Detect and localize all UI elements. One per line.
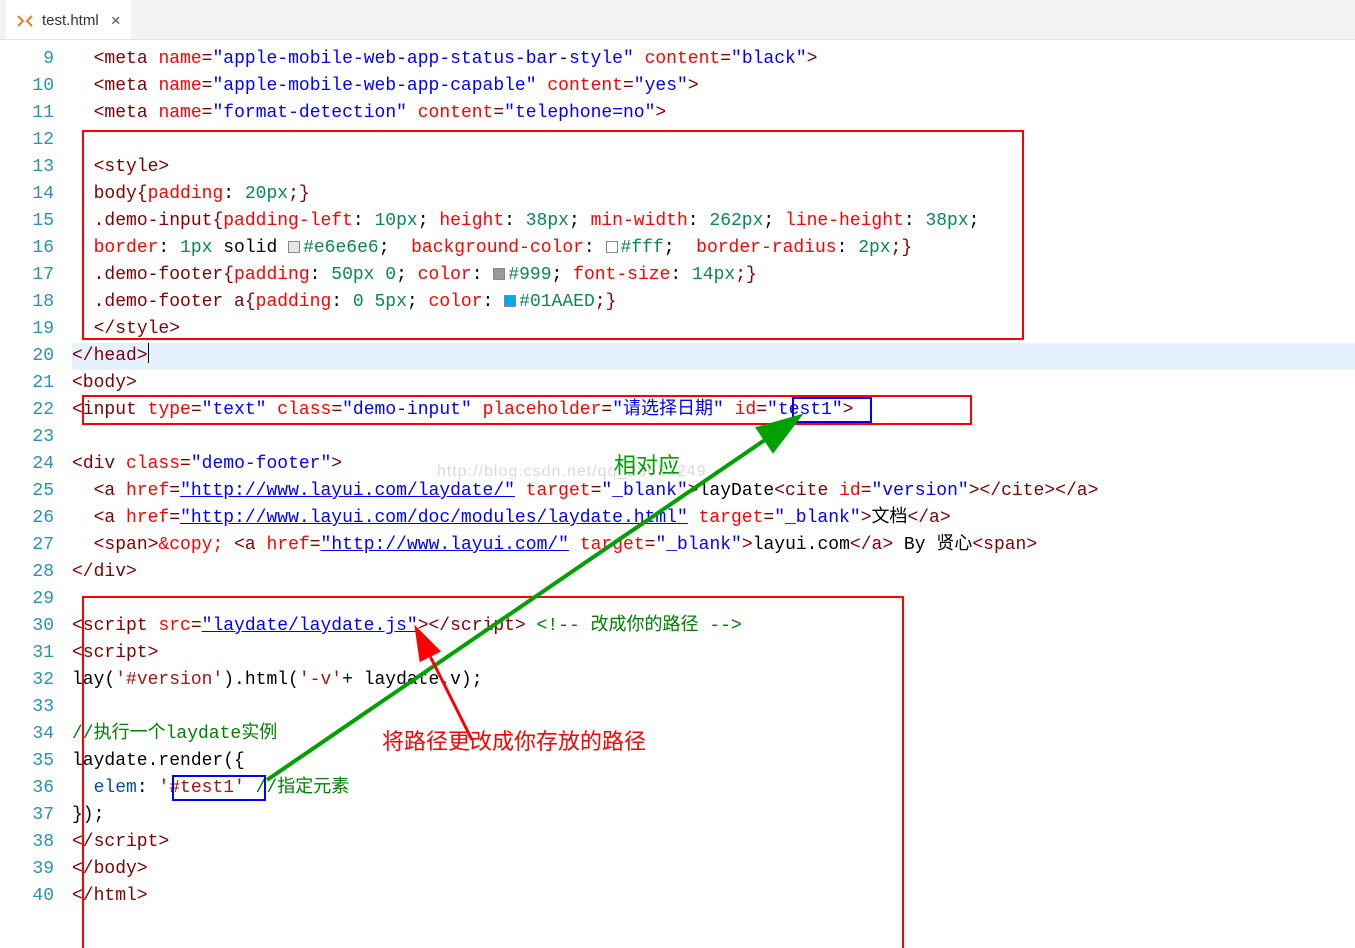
html-file-icon <box>16 12 34 30</box>
tab-bar: test.html × <box>0 0 1355 40</box>
code-content: <meta name="apple-mobile-web-app-status-… <box>72 46 1355 910</box>
code-editor[interactable]: 9101112131415161718192021222324252627282… <box>0 40 1355 948</box>
code-area[interactable]: <meta name="apple-mobile-web-app-status-… <box>72 40 1355 948</box>
tab-test-html[interactable]: test.html × <box>6 0 131 39</box>
close-icon[interactable]: × <box>111 11 121 31</box>
tab-label: test.html <box>42 12 99 29</box>
line-number-gutter: 9101112131415161718192021222324252627282… <box>0 40 72 948</box>
